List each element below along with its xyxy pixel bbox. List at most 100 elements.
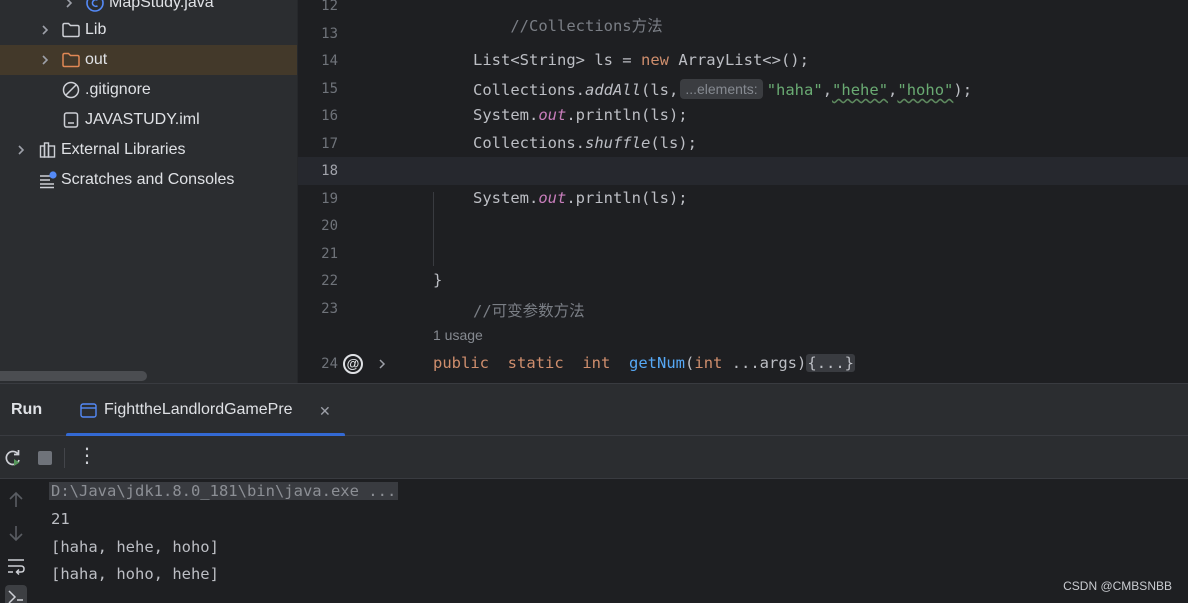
chevron-right-icon[interactable] [15,144,27,156]
code-static-field: out [538,189,567,207]
folder-icon [62,22,80,38]
close-tab-icon[interactable]: ✕ [319,403,331,420]
code-string-typo: "hehe" [832,81,889,99]
tree-item-label: Scratches and Consoles [61,171,235,188]
line-number: 24 [321,356,338,372]
code-string-typo: "hoho" [897,81,954,99]
horizontal-scrollbar[interactable] [0,371,147,381]
code-line-17: Collections.shuffle(ls); [473,134,697,152]
code-static-field: out [538,106,567,124]
tree-item-label: Lib [85,21,107,38]
code-line-24: public static int getNum(int ...args){..… [433,354,856,372]
line-number: 19 [321,191,338,207]
code-token: , [822,81,833,99]
run-tool-window: Run FighttheLandlordGamePre ✕ ⋮ D:\Java\… [0,383,1188,603]
line-number-current: 18 [321,163,338,179]
libraries-icon [39,142,56,158]
scroll-to-end-icon[interactable] [5,585,27,603]
toolbar-separator [64,448,65,468]
tree-item-label: MapStudy.java [109,0,214,11]
code-method: shuffle [584,134,651,152]
soft-wrap-icon[interactable] [5,555,27,577]
tree-item-out[interactable]: out [0,45,297,75]
console-output-line: 21 [51,510,70,528]
line-number: 17 [321,136,338,152]
run-tab-label: FighttheLandlordGamePre [104,401,293,418]
line-number: 12 [321,0,338,14]
code-keyword: int [694,354,723,372]
line-number: 21 [321,246,338,262]
parameter-name-hint[interactable]: ...elements: [680,79,763,99]
current-line-highlight [298,157,1188,185]
console-command-line[interactable]: D:\Java\jdk1.8.0_181\bin\java.exe ... [49,482,399,500]
code-editor[interactable]: 12 13 14 15 16 17 18 19 20 21 22 23 24 @… [297,0,1188,383]
line-number: 15 [321,81,338,97]
tree-item-iml[interactable]: JAVASTUDY.iml [0,105,297,135]
code-token: .println(ls); [566,106,688,124]
code-line-22: } [433,271,442,289]
run-toolbar: ⋮ [0,436,1188,479]
code-brace: } [433,271,443,289]
arrow-up-icon[interactable] [5,489,27,511]
console-output-line: [haha, hoho, hehe] [51,565,219,583]
tree-item-gitignore[interactable]: .gitignore [0,75,297,105]
code-keyword: static [507,354,564,372]
code-comment: //可变参数方法 [473,302,585,320]
run-configuration-tab[interactable]: FighttheLandlordGamePre ✕ [66,384,345,437]
code-token: ); [953,81,973,99]
code-keyword: new [640,51,669,69]
code-comment: //Collections方法 [510,17,663,35]
code-line-15: Collections.addAll(ls, ...elements: "haha"… [473,79,972,99]
tree-item-external-libraries[interactable]: External Libraries [0,135,297,165]
tree-item-label: .gitignore [85,81,151,98]
chevron-right-icon[interactable] [39,24,51,36]
code-token: , [888,81,898,99]
code-token: Collections. [473,81,585,99]
tree-item-label: External Libraries [61,141,186,158]
line-number: 14 [321,53,338,69]
code-token: .println(ls); [566,189,688,207]
excluded-folder-icon [62,52,80,68]
code-line-16: System.out.println(ls); [473,106,688,124]
module-file-icon [63,112,79,128]
console-output-line: [haha, hehe, hoho] [51,538,219,556]
line-number: 13 [321,26,338,42]
usage-count-hint[interactable]: 1 usage [433,327,483,343]
code-line-23: //可变参数方法 [473,299,585,321]
more-options-icon[interactable]: ⋮ [76,445,98,467]
code-token: (ls); [650,134,697,152]
code-token: Collections. [473,134,585,152]
code-token: (ls, [640,81,679,99]
tree-item-scratches[interactable]: Scratches and Consoles [0,165,297,195]
line-number: 23 [321,301,338,317]
chevron-right-icon[interactable] [39,54,51,66]
java-class-icon [86,0,104,12]
code-token: System. [473,106,539,124]
code-line-19: System.out.println(ls); [473,189,688,207]
code-keyword: public [433,354,489,372]
code-token: ( [685,354,695,372]
application-window-icon [80,403,97,418]
tree-item-label: out [85,51,108,68]
code-token: System. [473,189,539,207]
fold-chevron-icon[interactable] [376,357,388,371]
run-tool-window-title: Run [11,401,43,418]
chevron-right-icon[interactable] [63,0,75,9]
ignored-file-icon [62,81,80,99]
implemented-override-marker-icon[interactable]: @ [343,354,363,374]
folded-code-block[interactable]: {...} [806,354,856,372]
code-method: addAll [584,81,641,99]
project-tool-window: MapStudy.java Lib out .gitignore JAVASTU… [0,0,297,383]
line-number: 20 [321,218,338,234]
arrow-down-icon[interactable] [5,522,27,544]
scratches-icon [40,171,57,189]
console-side-toolbar [0,479,32,603]
code-method-declaration: getNum [629,354,686,372]
code-token: ...args) [722,354,807,372]
indent-guide [433,192,434,266]
stop-icon[interactable] [34,447,56,469]
tree-item-lib[interactable]: Lib [0,15,297,45]
tree-item-label: JAVASTUDY.iml [85,111,200,128]
rerun-icon[interactable] [2,447,24,469]
line-number: 22 [321,273,338,289]
